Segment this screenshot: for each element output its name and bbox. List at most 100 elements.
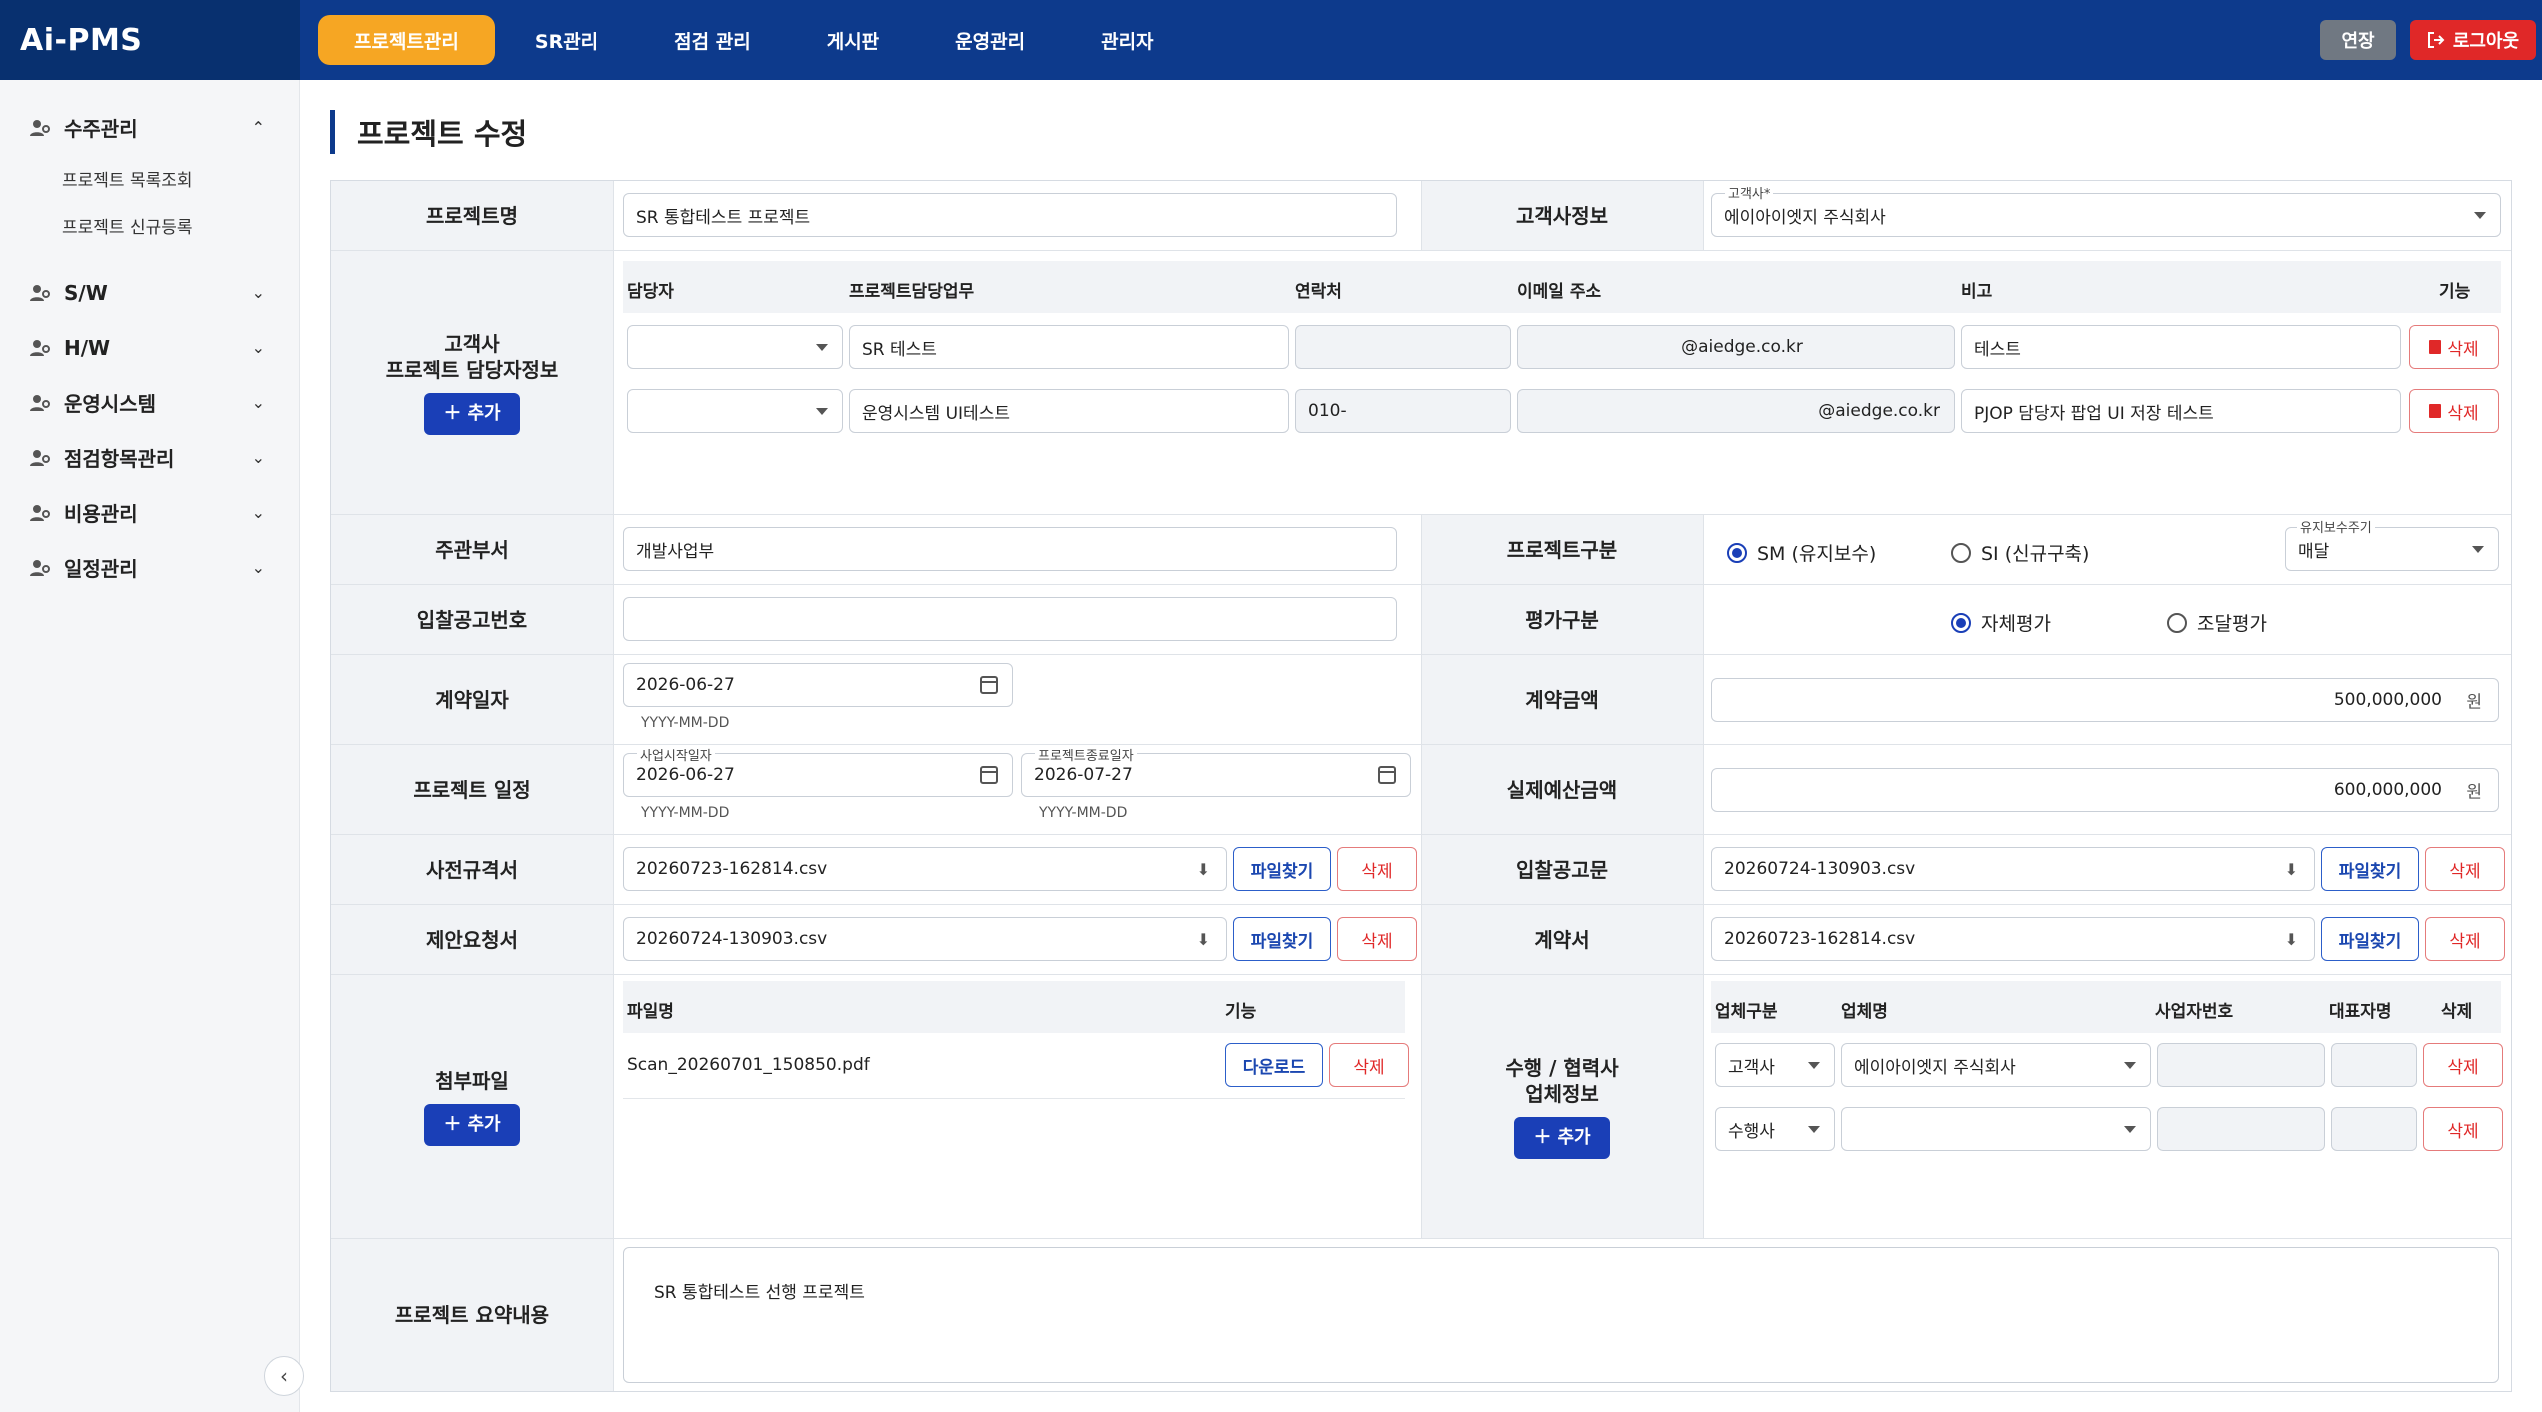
- nav-inspection-management[interactable]: 점검 관리: [638, 15, 787, 65]
- bid-notice-delete-button[interactable]: 삭제: [2425, 847, 2505, 891]
- contract-date-value: 2026-06-27: [636, 675, 735, 695]
- contact-email-input[interactable]: @aiedge.co.kr: [1517, 389, 1955, 433]
- radio-procurement-eval[interactable]: 조달평가: [2167, 609, 2267, 636]
- end-date-value: 2026-07-27: [1034, 765, 1133, 785]
- partner-bizno-input[interactable]: [2157, 1043, 2325, 1087]
- budget-input[interactable]: 600,000,000 원: [1711, 768, 2499, 812]
- nav-project-management[interactable]: 프로젝트관리: [318, 15, 495, 65]
- download-icon[interactable]: ⬇: [2285, 930, 2298, 949]
- label-partner-line2: 업체정보: [1525, 1081, 1599, 1106]
- logout-button[interactable]: 로그아웃: [2410, 20, 2536, 60]
- app-logo[interactable]: Ai-PMS: [20, 23, 142, 58]
- rfp-delete-button[interactable]: 삭제: [1337, 917, 1417, 961]
- partner-bizno-input[interactable]: [2157, 1107, 2325, 1151]
- bid-no-input[interactable]: [623, 597, 1397, 641]
- contact-note-input[interactable]: PJOP 담당자 팝업 UI 저장 테스트: [1961, 389, 2401, 433]
- summary-textarea[interactable]: SR 통합테스트 선행 프로젝트: [623, 1247, 2499, 1383]
- project-name-input[interactable]: SR 통합테스트 프로젝트: [623, 193, 1397, 237]
- add-contact-button[interactable]: ＋ 추가: [424, 392, 520, 435]
- download-icon[interactable]: ⬇: [1197, 930, 1210, 949]
- plus-icon: ＋: [1533, 1126, 1552, 1148]
- sidebar-item-project-list[interactable]: 프로젝트 목록조회: [0, 155, 299, 202]
- download-icon[interactable]: ⬇: [1197, 860, 1210, 879]
- calendar-icon[interactable]: [980, 676, 998, 694]
- partner-type-select[interactable]: 고객사: [1715, 1043, 1835, 1087]
- sidebar-group-opsystem[interactable]: 운영시스템 ⌄: [0, 375, 299, 430]
- attach-delete-button[interactable]: 삭제: [1329, 1043, 1409, 1087]
- delete-label: 삭제: [2447, 339, 2479, 360]
- rfp-find-button[interactable]: 파일찾기: [1233, 917, 1331, 961]
- partner-type-select[interactable]: 수행사: [1715, 1107, 1835, 1151]
- label-rfp: 제안요청서: [331, 905, 613, 974]
- radio-sm[interactable]: SM (유지보수): [1727, 539, 1876, 566]
- row-contacts: 고객사 프로젝트 담당자정보 ＋ 추가 담당자 프로젝트담당업무 연락처 이메일 …: [331, 251, 2511, 515]
- contract-find-button[interactable]: 파일찾기: [2321, 917, 2419, 961]
- contact-person-select[interactable]: [627, 389, 843, 433]
- bid-notice-file-input[interactable]: 20260724-130903.csv ⬇: [1711, 847, 2315, 891]
- add-partner-button[interactable]: ＋ 추가: [1514, 1116, 1610, 1159]
- contact-phone-input[interactable]: [1295, 325, 1511, 369]
- contract-file-input[interactable]: 20260723-162814.csv ⬇: [1711, 917, 2315, 961]
- contract-delete-button[interactable]: 삭제: [2425, 917, 2505, 961]
- download-icon[interactable]: ⬇: [2285, 860, 2298, 879]
- partner-delete-button[interactable]: 삭제: [2423, 1043, 2503, 1087]
- nav-board[interactable]: 게시판: [791, 15, 915, 65]
- nav-admin[interactable]: 관리자: [1065, 15, 1189, 65]
- partner-ceo-input[interactable]: [2331, 1043, 2417, 1087]
- prespec-find-button[interactable]: 파일찾기: [1233, 847, 1331, 891]
- label-project-type: 프로젝트구분: [1421, 515, 1703, 584]
- partner-type-value: 고객사: [1728, 1057, 1775, 1078]
- sidebar-group-order[interactable]: 수주관리 ⌃: [0, 100, 299, 155]
- label-prespec: 사전규격서: [331, 835, 613, 904]
- th-note: 비고: [1961, 282, 1993, 302]
- nav-sr-management[interactable]: SR관리: [499, 15, 634, 65]
- delete-contact-button[interactable]: 삭제: [2409, 389, 2499, 433]
- download-button[interactable]: 다운로드: [1225, 1043, 1323, 1087]
- customer-select[interactable]: 에이아이엣지 주식회사: [1711, 193, 2501, 237]
- calendar-icon[interactable]: [980, 766, 998, 784]
- radio-si[interactable]: SI (신규구축): [1951, 539, 2089, 566]
- nav-operation-management[interactable]: 운영관리: [919, 15, 1061, 65]
- contact-task-input[interactable]: SR 테스트: [849, 325, 1289, 369]
- contact-task-input[interactable]: 운영시스템 UI테스트: [849, 389, 1289, 433]
- column-divider: [1421, 181, 1422, 251]
- sidebar-group-checklist[interactable]: 점검항목관리 ⌄: [0, 430, 299, 485]
- contact-note-input[interactable]: 테스트: [1961, 325, 2401, 369]
- contact-person-select[interactable]: [627, 325, 843, 369]
- partner-ceo-input[interactable]: [2331, 1107, 2417, 1151]
- sidebar-collapse-button[interactable]: ‹: [264, 1356, 304, 1396]
- customer-float-label: 고객사*: [1725, 183, 1774, 202]
- contact-phone-input[interactable]: 010-: [1295, 389, 1511, 433]
- prespec-file-input[interactable]: 20260723-162814.csv ⬇: [623, 847, 1227, 891]
- sidebar-item-project-new[interactable]: 프로젝트 신규등록: [0, 202, 299, 249]
- contact-email-input[interactable]: @aiedge.co.kr: [1517, 325, 1955, 369]
- sidebar-group-schedule[interactable]: 일정관리 ⌄: [0, 540, 299, 595]
- contract-date-input[interactable]: 2026-06-27: [623, 663, 1013, 707]
- radio-unchecked-icon: [2167, 612, 2187, 633]
- delete-contact-button[interactable]: 삭제: [2409, 325, 2499, 369]
- extend-session-button[interactable]: 연장: [2320, 20, 2396, 60]
- chevron-down-icon: [1808, 1126, 1820, 1133]
- partner-name-select[interactable]: 에이아이엣지 주식회사: [1841, 1043, 2151, 1087]
- dept-input[interactable]: 개발사업부: [623, 527, 1397, 571]
- partner-name-select[interactable]: [1841, 1107, 2151, 1151]
- th-file-name: 파일명: [627, 1002, 674, 1022]
- label-schedule: 프로젝트 일정: [331, 745, 613, 834]
- add-attachment-button[interactable]: ＋ 추가: [424, 1103, 520, 1146]
- end-date-label: 프로젝트종료일자: [1035, 745, 1137, 764]
- sidebar-group-sw[interactable]: S/W ⌄: [0, 265, 299, 320]
- sidebar-group-label: S/W: [64, 280, 108, 305]
- radio-sm-label: SM (유지보수): [1757, 543, 1877, 565]
- chevron-down-icon: [2124, 1062, 2136, 1069]
- attach-file-name[interactable]: Scan_20260701_150850.pdf: [627, 1055, 870, 1075]
- partner-delete-button[interactable]: 삭제: [2423, 1107, 2503, 1151]
- radio-self-eval[interactable]: 자체평가: [1951, 609, 2051, 636]
- bid-notice-find-button[interactable]: 파일찾기: [2321, 847, 2419, 891]
- calendar-icon[interactable]: [1378, 766, 1396, 784]
- sidebar-group-cost[interactable]: 비용관리 ⌄: [0, 485, 299, 540]
- contract-amount-input[interactable]: 500,000,000 원: [1711, 678, 2499, 722]
- prespec-delete-button[interactable]: 삭제: [1337, 847, 1417, 891]
- rfp-file-input[interactable]: 20260724-130903.csv ⬇: [623, 917, 1227, 961]
- partner-type-value: 수행사: [1728, 1121, 1775, 1142]
- sidebar-group-hw[interactable]: H/W ⌄: [0, 320, 299, 375]
